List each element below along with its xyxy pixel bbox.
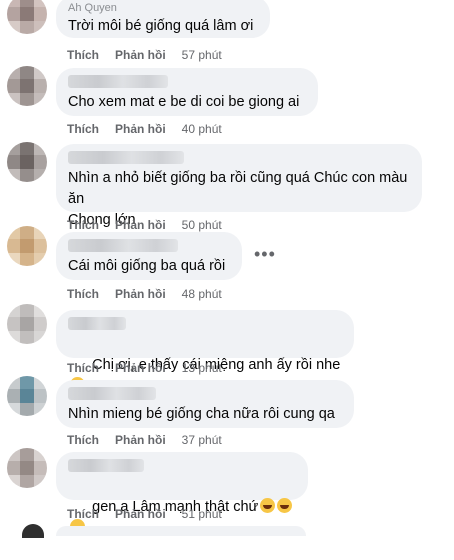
like-button[interactable]: Thích — [67, 361, 99, 375]
comment-bubble: Ah Quyen Trời môi bé giống quá lâm ơi — [56, 0, 270, 38]
commenter-name[interactable]: Ah Quyen — [68, 3, 258, 14]
avatar[interactable] — [7, 376, 47, 416]
comment-text: Cái môi giống ba quá rồi — [68, 258, 226, 274]
avatar[interactable] — [7, 304, 47, 344]
comment-actions: Thích Phản hồi 13 phút — [67, 361, 222, 375]
like-button[interactable]: Thích — [67, 122, 99, 136]
comment-time[interactable]: 57 phút — [182, 48, 222, 62]
comment-text: Cho xem mat e be di coi be giong ai — [68, 94, 300, 110]
like-button[interactable]: Thích — [67, 507, 99, 521]
comment-actions: Thích Phản hồi 57 phút — [67, 48, 222, 62]
rofl-emoji-icon — [277, 498, 293, 513]
like-button[interactable]: Thích — [67, 218, 99, 232]
rofl-emoji-icon — [260, 498, 276, 513]
like-button[interactable]: Thích — [67, 287, 99, 301]
reply-button[interactable]: Phản hồi — [115, 287, 166, 301]
reply-button[interactable]: Phản hồi — [115, 433, 166, 447]
reply-button[interactable]: Phản hồi — [115, 218, 166, 232]
comment-bubble: Cái môi giống ba quá rồi — [56, 232, 242, 280]
like-button[interactable]: Thích — [67, 48, 99, 62]
comment-bubble: gen a Lâm mạnh thật chứ — [56, 452, 308, 534]
comment-bubble: Cho xem mat e be di coi be giong ai — [56, 68, 318, 116]
comment-time[interactable]: 50 phút — [182, 218, 222, 232]
comment-text: Trời môi bé giống quá lâm ơi — [68, 18, 254, 34]
like-button[interactable]: Thích — [67, 433, 99, 447]
comment-time[interactable]: 40 phút — [182, 122, 222, 136]
reply-button[interactable]: Phản hồi — [115, 361, 166, 375]
comment-bubble: Nhìn a nhỏ biết giống ba rồi cũng quá Ch… — [56, 144, 422, 228]
avatar[interactable] — [7, 66, 47, 106]
comment-time[interactable]: 48 phút — [182, 287, 222, 301]
comment-time[interactable]: 51 phút — [182, 507, 222, 521]
comment-actions: Thích Phản hồi 51 phút — [67, 507, 222, 521]
avatar[interactable] — [7, 448, 47, 488]
commenter-name[interactable] — [68, 459, 144, 472]
commenter-name[interactable] — [68, 239, 178, 252]
reply-button[interactable]: Phản hồi — [115, 122, 166, 136]
comment-bubble — [56, 526, 306, 536]
comment-actions: Thích Phản hồi 37 phút — [67, 433, 222, 447]
comment-time[interactable]: 37 phút — [182, 433, 222, 447]
avatar[interactable] — [7, 226, 47, 266]
commenter-name[interactable] — [68, 75, 168, 88]
commenter-name[interactable] — [68, 387, 156, 400]
avatar[interactable] — [7, 0, 47, 34]
comment-actions: Thích Phản hồi 40 phút — [67, 122, 222, 136]
comment-actions: Thích Phản hồi 50 phút — [67, 218, 222, 232]
comment-bubble: Chị ơi, e thấy cái miệng anh ấy rồi nhe — [56, 310, 354, 392]
comment-time[interactable]: 13 phút — [182, 361, 222, 375]
commenter-name[interactable] — [68, 151, 184, 164]
comment-actions: Thích Phản hồi 48 phút — [67, 287, 222, 301]
avatar[interactable] — [7, 142, 47, 182]
avatar[interactable] — [22, 524, 44, 538]
reply-button[interactable]: Phản hồi — [115, 48, 166, 62]
comment-text: Nhìn mieng bé giống cha nữa rôi cung qa — [68, 406, 335, 422]
comment-bubble: Nhìn mieng bé giống cha nữa rôi cung qa — [56, 380, 354, 428]
reply-button[interactable]: Phản hồi — [115, 507, 166, 521]
more-options-icon[interactable]: ••• — [254, 244, 276, 265]
commenter-name[interactable] — [68, 317, 126, 330]
